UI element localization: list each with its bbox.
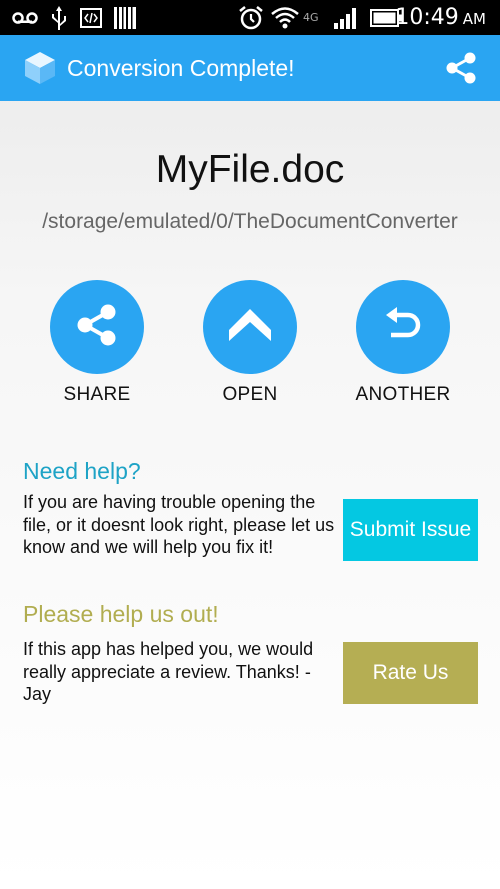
submit-issue-button[interactable]: Submit Issue <box>343 499 478 561</box>
open-label: OPEN <box>222 384 278 405</box>
rate-body: If this app has helped you, we would rea… <box>23 639 314 704</box>
share-action[interactable]: SHARE <box>27 280 167 406</box>
help-body: If you are having trouble opening the fi… <box>23 492 335 557</box>
barcode-icon <box>114 0 136 35</box>
undo-icon <box>381 305 425 350</box>
app-title: Conversion Complete! <box>67 55 295 81</box>
share-label: SHARE <box>63 384 131 405</box>
open-button[interactable] <box>203 280 297 374</box>
another-action[interactable]: ANOTHER <box>333 280 473 406</box>
file-path: /storage/emulated/0/TheDocumentConverter <box>42 210 458 233</box>
alarm-icon <box>238 0 264 35</box>
code-icon <box>80 0 102 35</box>
open-action[interactable]: OPEN <box>180 280 320 406</box>
share-icon <box>71 299 123 356</box>
share-icon[interactable] <box>444 51 478 85</box>
signal-icon <box>334 0 360 35</box>
another-label: ANOTHER <box>355 384 451 405</box>
share-button[interactable] <box>50 280 144 374</box>
usb-icon <box>50 0 68 35</box>
chevron-up-icon <box>224 305 276 350</box>
app-bar: Conversion Complete! <box>0 35 500 101</box>
app-logo-icon <box>24 51 56 85</box>
rate-title: Please help us out! <box>23 601 219 627</box>
help-title: Need help? <box>23 458 141 484</box>
another-button[interactable] <box>356 280 450 374</box>
voicemail-icon <box>12 0 38 35</box>
wifi-icon <box>270 0 300 35</box>
status-bar: 4G 10:49 AM <box>0 0 500 35</box>
4g-icon: 4G <box>303 11 319 24</box>
file-name: MyFile.doc <box>155 148 345 191</box>
status-clock: 10:49 AM <box>395 5 486 30</box>
rate-us-button[interactable]: Rate Us <box>343 642 478 704</box>
